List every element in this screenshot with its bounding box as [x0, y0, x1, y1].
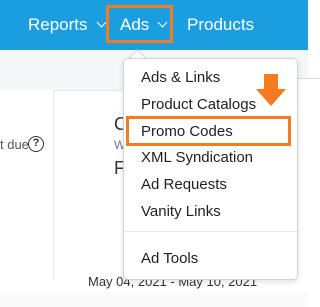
menu-item-xml-syndication[interactable]: XML Syndication: [141, 149, 253, 166]
menu-item-ad-requests[interactable]: Ad Requests: [141, 176, 227, 193]
arrow-head: [256, 89, 286, 106]
ads-highlight-box: [106, 5, 173, 43]
bottom-area: [0, 292, 308, 307]
chevron-down-icon: [96, 17, 106, 28]
nav-products[interactable]: Products: [187, 0, 254, 50]
help-icon[interactable]: ?: [28, 136, 44, 152]
menu-item-vanity-links[interactable]: Vanity Links: [141, 203, 221, 220]
arrow-down-icon: [264, 74, 278, 90]
menu-item-ads-links[interactable]: Ads & Links: [141, 69, 220, 86]
nav-reports[interactable]: Reports: [28, 0, 106, 50]
menu-item-product-catalogs[interactable]: Product Catalogs: [141, 96, 256, 113]
menu-divider: [124, 231, 297, 232]
nav-reports-label: Reports: [28, 15, 88, 34]
promo-codes-highlight-box: [126, 116, 291, 146]
menu-item-ad-tools[interactable]: Ad Tools: [141, 250, 198, 267]
due-label: t due: [0, 137, 29, 152]
nav-products-label: Products: [187, 15, 255, 34]
left-panel: [0, 90, 54, 280]
